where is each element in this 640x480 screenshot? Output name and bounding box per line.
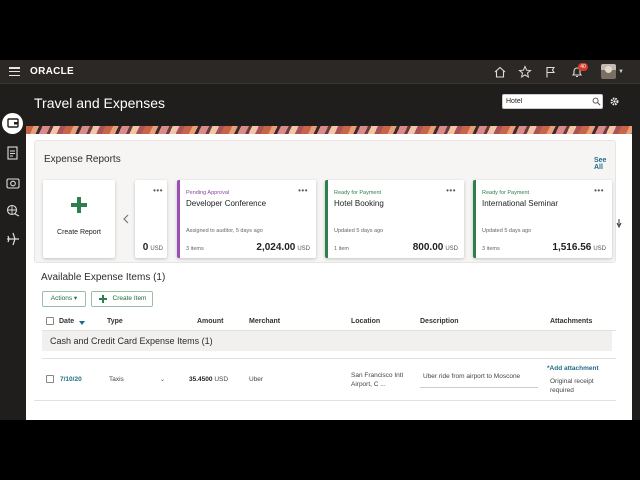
add-attachment-link[interactable]: *Add attachment (547, 365, 599, 372)
chevron-down-icon[interactable]: ▼ (618, 69, 624, 75)
group-title: Cash and Credit Card Expense Items (1) (50, 336, 213, 346)
wallet-icon[interactable] (4, 114, 22, 132)
row-divider (42, 358, 616, 359)
receipt-camera-icon[interactable] (4, 174, 22, 192)
oracle-logo: ORACLE (30, 66, 75, 77)
search-input[interactable] (506, 95, 588, 108)
report-title: Developer Conference (186, 199, 267, 208)
favorites-star-icon[interactable] (518, 65, 532, 79)
report-amount: 800.00 USD (412, 242, 458, 253)
column-header-location[interactable]: Location (351, 318, 380, 325)
create-report-card[interactable]: Create Report (43, 180, 115, 258)
select-all-checkbox[interactable] (46, 317, 54, 325)
report-amount: 0 USD (142, 242, 163, 253)
expense-report-card[interactable]: ••• Ready for Payment International Semi… (473, 180, 612, 258)
report-meta: Updated 5 days ago (334, 228, 384, 234)
available-items-title: Available Expense Items (1) (41, 272, 166, 283)
column-header-description[interactable]: Description (420, 318, 459, 325)
search-box[interactable] (502, 94, 603, 109)
sort-descending-icon[interactable] (79, 321, 85, 325)
report-meta: Updated 5 days ago (482, 228, 532, 234)
expense-report-icon[interactable] (4, 144, 22, 162)
report-status: Pending Approval (186, 190, 230, 196)
report-item-count: 3 items (482, 246, 500, 252)
expense-reports-title: Expense Reports (44, 154, 121, 165)
create-item-button[interactable]: Create Item (91, 291, 153, 307)
more-options-icon[interactable]: ••• (298, 186, 308, 195)
row-merchant[interactable]: Uber (249, 376, 263, 383)
report-meta: Assigned to auditor, 5 days ago (186, 228, 263, 234)
column-header-attachments[interactable]: Attachments (550, 318, 592, 325)
watchlist-flag-icon[interactable] (544, 65, 558, 79)
column-header-amount[interactable]: Amount (197, 318, 223, 325)
expense-report-card-partial[interactable]: ••• 0 USD (135, 180, 167, 258)
menu-icon[interactable] (9, 67, 20, 77)
mouse-cursor-icon (616, 219, 622, 229)
travel-globe-icon[interactable] (4, 202, 22, 220)
row-date-link[interactable]: 7/10/20 (60, 376, 82, 383)
row-description: Uber ride from airport to Moscone (423, 373, 521, 380)
group-row[interactable]: Cash and Credit Card Expense Items (1) (42, 331, 612, 351)
row-checkbox[interactable] (46, 375, 54, 383)
search-icon[interactable] (592, 97, 601, 106)
report-amount: 2,024.00 USD (256, 242, 310, 253)
attachment-required-note: Original receipt required (550, 378, 594, 394)
row-description-field[interactable]: Uber ride from airport to Moscone (420, 368, 538, 388)
more-options-icon[interactable]: ••• (446, 186, 456, 195)
expense-report-card[interactable]: ••• Ready for Payment Hotel Booking Upda… (325, 180, 464, 258)
column-header-merchant[interactable]: Merchant (249, 318, 280, 325)
actions-button[interactable]: Actions ▾ (42, 291, 86, 307)
report-title: Hotel Booking (334, 199, 384, 208)
row-type-select[interactable]: Taxis (109, 376, 124, 383)
expense-reports-panel: Expense Reports See All Create Report ••… (34, 140, 622, 263)
notification-badge: 40 (578, 63, 588, 71)
chevron-left-icon[interactable] (122, 214, 130, 224)
plus-icon (71, 197, 87, 213)
plus-icon (99, 295, 107, 303)
column-header-type[interactable]: Type (107, 318, 123, 325)
table-bottom-border (34, 400, 616, 401)
gear-icon[interactable] (609, 96, 620, 107)
global-header: ORACLE 40 ▼ (0, 60, 640, 84)
row-amount[interactable]: 35.4500 USD (189, 376, 228, 383)
user-avatar[interactable] (601, 64, 616, 79)
left-navigation-rail (0, 84, 26, 420)
report-status: Ready for Payment (334, 190, 382, 196)
chevron-down-icon[interactable]: ⌄ (160, 376, 165, 383)
row-location[interactable]: San Francisco Intl Airport, C ... (351, 371, 403, 389)
create-report-label: Create Report (57, 229, 101, 236)
home-icon[interactable] (493, 65, 507, 79)
page-title: Travel and Expenses (34, 95, 165, 111)
more-options-icon[interactable]: ••• (594, 186, 604, 195)
report-status: Ready for Payment (482, 190, 530, 196)
more-options-icon[interactable]: ••• (153, 186, 163, 195)
see-all-link[interactable]: See All (594, 157, 615, 171)
app-window: ORACLE 40 ▼ Travel and Expenses Hotel Ex… (0, 60, 640, 420)
report-item-count: 3 items (186, 246, 204, 252)
report-item-count: 1 item (334, 246, 349, 252)
report-amount: 1,516.56 USD (552, 242, 606, 253)
airplane-icon[interactable] (4, 230, 22, 248)
decorative-banner (26, 126, 632, 134)
column-header-date[interactable]: Date (59, 318, 74, 325)
expense-report-card[interactable]: ••• Pending Approval Developer Conferenc… (177, 180, 316, 258)
report-title: International Seminar (482, 199, 559, 208)
